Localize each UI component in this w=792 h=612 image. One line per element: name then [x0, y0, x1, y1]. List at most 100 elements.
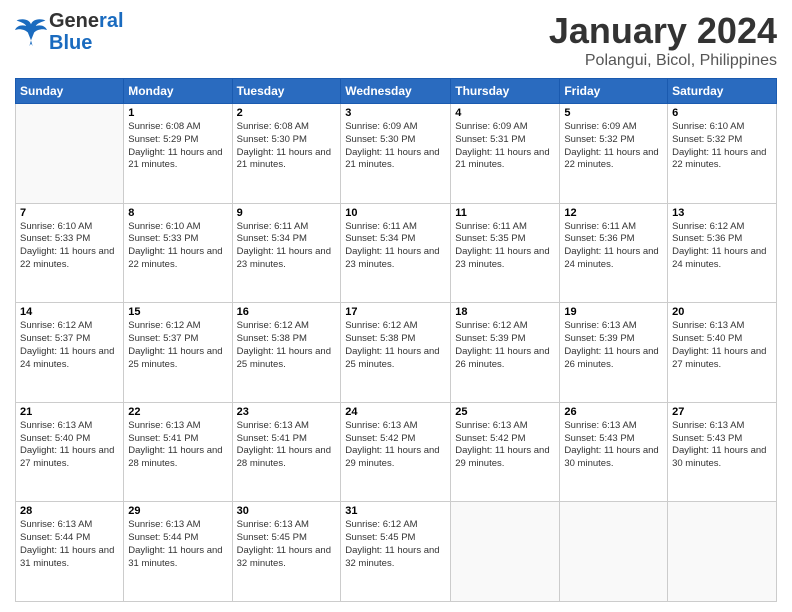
day-number: 22 — [128, 406, 227, 418]
day-info: Sunrise: 6:12 AM Sunset: 5:38 PM Dayligh… — [237, 320, 337, 371]
table-row — [668, 502, 777, 602]
day-number: 19 — [564, 306, 663, 318]
table-row: 15Sunrise: 6:12 AM Sunset: 5:37 PM Dayli… — [124, 303, 232, 403]
day-info: Sunrise: 6:13 AM Sunset: 5:41 PM Dayligh… — [128, 420, 227, 471]
day-number: 20 — [672, 306, 772, 318]
col-sunday: Sunday — [16, 79, 124, 104]
col-thursday: Thursday — [451, 79, 560, 104]
day-info: Sunrise: 6:13 AM Sunset: 5:44 PM Dayligh… — [20, 519, 119, 570]
table-row: 30Sunrise: 6:13 AM Sunset: 5:45 PM Dayli… — [232, 502, 341, 602]
day-number: 13 — [672, 207, 772, 219]
day-number: 28 — [20, 505, 119, 517]
calendar-body: 1 Sunrise: 6:08 AM Sunset: 5:29 PM Daylig… — [16, 104, 777, 602]
day-info: Sunrise: 6:12 AM Sunset: 5:37 PM Dayligh… — [128, 320, 227, 371]
day-number: 9 — [237, 207, 337, 219]
day-number: 6 — [672, 107, 772, 119]
month-title: January 2024 — [549, 10, 777, 52]
day-info: Sunrise: 6:11 AM Sunset: 5:34 PM Dayligh… — [237, 221, 337, 272]
day-info: Sunrise: 6:10 AM Sunset: 5:32 PM Dayligh… — [672, 121, 772, 172]
day-number: 24 — [345, 406, 446, 418]
day-info: Sunrise: 6:13 AM Sunset: 5:43 PM Dayligh… — [672, 420, 772, 471]
calendar-week-2: 7 Sunrise: 6:10 AM Sunset: 5:33 PM Daylig… — [16, 203, 777, 303]
day-number: 29 — [128, 505, 227, 517]
day-info: Sunrise: 6:08 AM Sunset: 5:29 PM Dayligh… — [128, 121, 227, 172]
day-info: Sunrise: 6:09 AM Sunset: 5:30 PM Dayligh… — [345, 121, 446, 172]
calendar-table: Sunday Monday Tuesday Wednesday Thursday… — [15, 78, 777, 602]
table-row: 11 Sunrise: 6:11 AM Sunset: 5:35 PM Dayli… — [451, 203, 560, 303]
day-number: 2 — [237, 107, 337, 119]
logo-general: General — [49, 10, 124, 32]
calendar-week-4: 21Sunrise: 6:13 AM Sunset: 5:40 PM Dayli… — [16, 402, 777, 502]
table-row: 9 Sunrise: 6:11 AM Sunset: 5:34 PM Daylig… — [232, 203, 341, 303]
day-number: 23 — [237, 406, 337, 418]
day-number: 14 — [20, 306, 119, 318]
table-row: 6 Sunrise: 6:10 AM Sunset: 5:32 PM Daylig… — [668, 104, 777, 204]
table-row: 29 Sunrise: 6:13 AM Sunset: 5:44 PM Dayli… — [124, 502, 232, 602]
day-info: Sunrise: 6:11 AM Sunset: 5:36 PM Dayligh… — [564, 221, 663, 272]
day-info: Sunrise: 6:13 AM Sunset: 5:41 PM Dayligh… — [237, 420, 337, 471]
day-number: 31 — [345, 505, 446, 517]
day-info: Sunrise: 6:11 AM Sunset: 5:34 PM Dayligh… — [345, 221, 446, 272]
table-row: 10 Sunrise: 6:11 AM Sunset: 5:34 PM Dayli… — [341, 203, 451, 303]
col-monday: Monday — [124, 79, 232, 104]
day-number: 18 — [455, 306, 555, 318]
table-row: 8 Sunrise: 6:10 AM Sunset: 5:33 PM Daylig… — [124, 203, 232, 303]
table-row: 22 Sunrise: 6:13 AM Sunset: 5:41 PM Dayli… — [124, 402, 232, 502]
col-tuesday: Tuesday — [232, 79, 341, 104]
day-info: Sunrise: 6:10 AM Sunset: 5:33 PM Dayligh… — [128, 221, 227, 272]
day-number: 8 — [128, 207, 227, 219]
day-info: Sunrise: 6:09 AM Sunset: 5:32 PM Dayligh… — [564, 121, 663, 172]
table-row: 16 Sunrise: 6:12 AM Sunset: 5:38 PM Dayli… — [232, 303, 341, 403]
table-row: 3Sunrise: 6:09 AM Sunset: 5:30 PM Daylig… — [341, 104, 451, 204]
table-row — [451, 502, 560, 602]
logo: General Blue — [15, 10, 124, 54]
table-row: 31 Sunrise: 6:12 AM Sunset: 5:45 PM Dayli… — [341, 502, 451, 602]
col-friday: Friday — [560, 79, 668, 104]
table-row: 19Sunrise: 6:13 AM Sunset: 5:39 PM Dayli… — [560, 303, 668, 403]
table-row: 28 Sunrise: 6:13 AM Sunset: 5:44 PM Dayli… — [16, 502, 124, 602]
day-number: 5 — [564, 107, 663, 119]
day-info: Sunrise: 6:13 AM Sunset: 5:44 PM Dayligh… — [128, 519, 227, 570]
day-info: Sunrise: 6:13 AM Sunset: 5:42 PM Dayligh… — [345, 420, 446, 471]
day-info: Sunrise: 6:12 AM Sunset: 5:36 PM Dayligh… — [672, 221, 772, 272]
calendar-week-5: 28 Sunrise: 6:13 AM Sunset: 5:44 PM Dayli… — [16, 502, 777, 602]
table-row: 12Sunrise: 6:11 AM Sunset: 5:36 PM Dayli… — [560, 203, 668, 303]
day-info: Sunrise: 6:13 AM Sunset: 5:43 PM Dayligh… — [564, 420, 663, 471]
table-row: 21Sunrise: 6:13 AM Sunset: 5:40 PM Dayli… — [16, 402, 124, 502]
day-info: Sunrise: 6:13 AM Sunset: 5:40 PM Dayligh… — [20, 420, 119, 471]
table-row: 25Sunrise: 6:13 AM Sunset: 5:42 PM Dayli… — [451, 402, 560, 502]
table-row: 13 Sunrise: 6:12 AM Sunset: 5:36 PM Dayli… — [668, 203, 777, 303]
table-row: 26Sunrise: 6:13 AM Sunset: 5:43 PM Dayli… — [560, 402, 668, 502]
logo-text: General Blue — [49, 10, 124, 54]
day-number: 1 — [128, 107, 227, 119]
day-info: Sunrise: 6:12 AM Sunset: 5:45 PM Dayligh… — [345, 519, 446, 570]
day-number: 25 — [455, 406, 555, 418]
day-info: Sunrise: 6:11 AM Sunset: 5:35 PM Dayligh… — [455, 221, 555, 272]
day-number: 10 — [345, 207, 446, 219]
day-info: Sunrise: 6:09 AM Sunset: 5:31 PM Dayligh… — [455, 121, 555, 172]
table-row: 4 Sunrise: 6:09 AM Sunset: 5:31 PM Daylig… — [451, 104, 560, 204]
day-number: 4 — [455, 107, 555, 119]
day-number: 11 — [455, 207, 555, 219]
table-row: 17 Sunrise: 6:12 AM Sunset: 5:38 PM Dayli… — [341, 303, 451, 403]
logo-bird-icon — [15, 18, 47, 46]
header: General Blue January 2024 Polangui, Bico… — [15, 10, 777, 70]
calendar-week-3: 14 Sunrise: 6:12 AM Sunset: 5:37 PM Dayli… — [16, 303, 777, 403]
day-info: Sunrise: 6:12 AM Sunset: 5:38 PM Dayligh… — [345, 320, 446, 371]
day-number: 16 — [237, 306, 337, 318]
day-number: 7 — [20, 207, 119, 219]
table-row: 27Sunrise: 6:13 AM Sunset: 5:43 PM Dayli… — [668, 402, 777, 502]
table-row — [560, 502, 668, 602]
page: General Blue January 2024 Polangui, Bico… — [0, 0, 792, 612]
day-info: Sunrise: 6:08 AM Sunset: 5:30 PM Dayligh… — [237, 121, 337, 172]
day-number: 17 — [345, 306, 446, 318]
day-info: Sunrise: 6:13 AM Sunset: 5:40 PM Dayligh… — [672, 320, 772, 371]
day-info: Sunrise: 6:12 AM Sunset: 5:37 PM Dayligh… — [20, 320, 119, 371]
table-row: 5 Sunrise: 6:09 AM Sunset: 5:32 PM Daylig… — [560, 104, 668, 204]
table-row: 24 Sunrise: 6:13 AM Sunset: 5:42 PM Dayli… — [341, 402, 451, 502]
table-row: 1 Sunrise: 6:08 AM Sunset: 5:29 PM Daylig… — [124, 104, 232, 204]
col-wednesday: Wednesday — [341, 79, 451, 104]
calendar-header-row: Sunday Monday Tuesday Wednesday Thursday… — [16, 79, 777, 104]
location-title: Polangui, Bicol, Philippines — [549, 52, 777, 70]
col-saturday: Saturday — [668, 79, 777, 104]
